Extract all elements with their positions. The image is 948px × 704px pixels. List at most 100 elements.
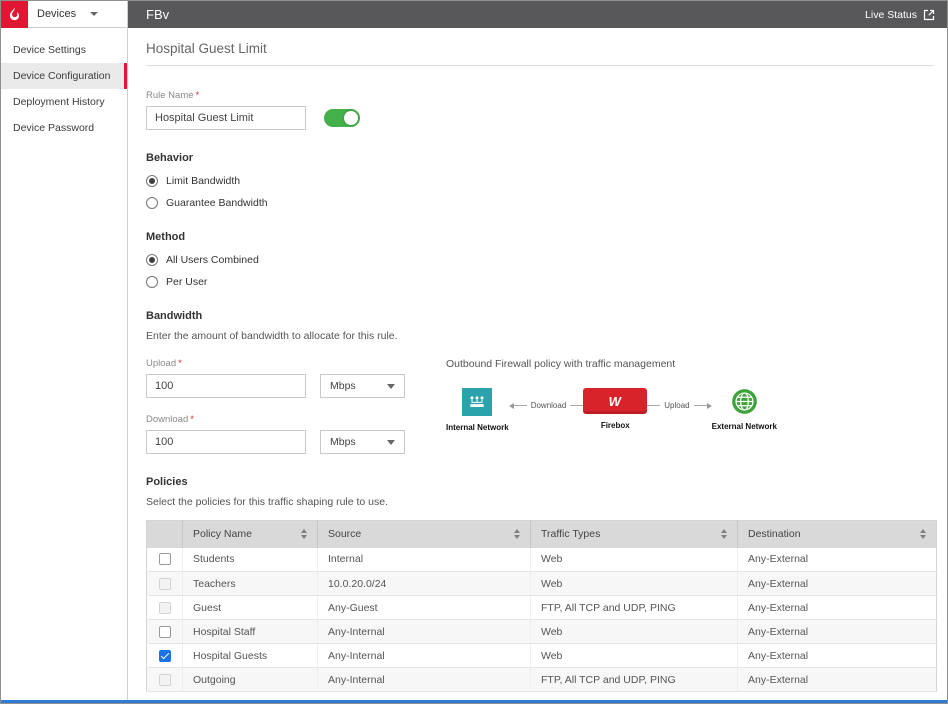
sidebar-item-device-password[interactable]: Device Password	[1, 115, 127, 141]
bandwidth-description: Enter the amount of bandwidth to allocat…	[146, 330, 934, 342]
required-asterisk: *	[178, 358, 182, 369]
method-option-combined[interactable]: All Users Combined	[146, 254, 934, 266]
table-row: Teachers 10.0.20.0/24 Web Any-External	[147, 572, 937, 596]
method-radio-per-user[interactable]	[146, 276, 158, 288]
required-asterisk: *	[196, 90, 200, 101]
devices-menu[interactable]: Devices	[1, 1, 127, 28]
method-option-combined-label: All Users Combined	[166, 254, 259, 266]
live-status-label: Live Status	[865, 9, 917, 21]
download-unit-value: Mbps	[330, 436, 356, 448]
traffic-diagram: Outbound Firewall policy with traffic ma…	[446, 358, 766, 432]
external-link-icon	[923, 9, 935, 21]
checkbox-cell	[147, 668, 183, 692]
destination-cell: Any-External	[738, 644, 937, 668]
table-header-row: Policy Name Source Traffic Types De	[147, 521, 937, 548]
watchguard-logo	[1, 1, 28, 28]
external-network-node: External Network	[712, 388, 777, 431]
traffic-types-cell: Web	[531, 548, 738, 572]
column-header-policy-name[interactable]: Policy Name	[183, 521, 318, 548]
policy-name-cell: Hospital Guests	[183, 644, 318, 668]
content: Hospital Guest Limit Rule Name* Behavior…	[128, 28, 947, 703]
policy-name-cell: Outgoing	[183, 668, 318, 692]
policy-name-cell: Hospital Staff	[183, 620, 318, 644]
sort-icon[interactable]	[514, 529, 520, 539]
chevron-down-icon	[387, 384, 395, 389]
method-option-per-user[interactable]: Per User	[146, 276, 934, 288]
column-header-source[interactable]: Source	[318, 521, 531, 548]
checkbox-cell	[147, 620, 183, 644]
toggle-knob	[344, 111, 358, 125]
select-all-header	[147, 521, 183, 548]
rule-name-label: Rule Name*	[146, 90, 934, 101]
firebox-device-icon: W	[583, 388, 647, 414]
row-checkbox[interactable]	[159, 626, 171, 638]
app-window: Devices Device Settings Device Configura…	[0, 0, 948, 704]
row-checkbox	[159, 674, 171, 686]
behavior-radio-guarantee[interactable]	[146, 197, 158, 209]
checkbox-cell	[147, 548, 183, 572]
checkbox-cell	[147, 572, 183, 596]
row-checkbox	[159, 602, 171, 614]
checkbox-cell	[147, 596, 183, 620]
behavior-option-limit[interactable]: Limit Bandwidth	[146, 175, 934, 187]
upload-input[interactable]	[146, 374, 306, 398]
window-bottom-accent	[1, 700, 947, 703]
page-title: Hospital Guest Limit	[146, 41, 934, 65]
source-cell: Any-Internal	[318, 620, 531, 644]
column-header-traffic-types[interactable]: Traffic Types	[531, 521, 738, 548]
row-checkbox	[159, 578, 171, 590]
sidebar-item-device-settings[interactable]: Device Settings	[1, 37, 127, 63]
behavior-option-guarantee[interactable]: Guarantee Bandwidth	[146, 197, 934, 209]
source-cell: Any-Internal	[318, 644, 531, 668]
download-unit-select[interactable]: Mbps	[320, 430, 405, 454]
device-title: FBv	[146, 7, 169, 22]
sort-icon[interactable]	[920, 529, 926, 539]
sidebar-item-device-configuration[interactable]: Device Configuration	[1, 63, 127, 89]
row-checkbox[interactable]	[159, 650, 171, 662]
sort-icon[interactable]	[301, 529, 307, 539]
policy-name-cell: Students	[183, 548, 318, 572]
table-row: Students Internal Web Any-External	[147, 548, 937, 572]
upload-unit-select[interactable]: Mbps	[320, 374, 405, 398]
traffic-types-cell: FTP, All TCP and UDP, PING	[531, 596, 738, 620]
internal-network-node: Internal Network	[446, 388, 509, 432]
diagram-title: Outbound Firewall policy with traffic ma…	[446, 358, 766, 370]
behavior-radio-limit[interactable]	[146, 175, 158, 187]
download-arrow-label: Download	[531, 401, 567, 410]
method-radio-combined[interactable]	[146, 254, 158, 266]
chevron-down-icon	[90, 12, 98, 16]
firebox-label: Firebox	[601, 421, 630, 430]
source-cell: Any-Guest	[318, 596, 531, 620]
policy-name-cell: Teachers	[183, 572, 318, 596]
flame-icon	[6, 6, 23, 23]
bandwidth-section: Upload* Mbps Download*	[146, 358, 934, 454]
destination-cell: Any-External	[738, 668, 937, 692]
traffic-types-cell: FTP, All TCP and UDP, PING	[531, 668, 738, 692]
source-cell: 10.0.20.0/24	[318, 572, 531, 596]
sidebar-nav: Device Settings Device Configuration Dep…	[1, 28, 127, 141]
sort-icon[interactable]	[721, 529, 727, 539]
download-input[interactable]	[146, 430, 306, 454]
upload-unit-value: Mbps	[330, 380, 356, 392]
column-header-destination[interactable]: Destination	[738, 521, 937, 548]
topbar: FBv Live Status	[128, 1, 947, 28]
method-heading: Method	[146, 231, 934, 243]
policy-name-cell: Guest	[183, 596, 318, 620]
sidebar-item-deployment-history[interactable]: Deployment History	[1, 89, 127, 115]
live-status-link[interactable]: Live Status	[865, 9, 935, 21]
traffic-types-cell: Web	[531, 572, 738, 596]
internal-network-icon	[462, 388, 492, 416]
upload-arrow: Upload	[647, 401, 711, 410]
external-network-label: External Network	[712, 422, 777, 431]
devices-menu-label: Devices	[37, 8, 76, 20]
traffic-types-cell: Web	[531, 644, 738, 668]
policies-description: Select the policies for this traffic sha…	[146, 496, 934, 508]
source-cell: Any-Internal	[318, 668, 531, 692]
rule-enabled-toggle[interactable]	[324, 109, 360, 127]
table-row: Outgoing Any-Internal FTP, All TCP and U…	[147, 668, 937, 692]
table-row: Hospital Guests Any-Internal Web Any-Ext…	[147, 644, 937, 668]
rule-name-input[interactable]	[146, 106, 306, 130]
row-checkbox[interactable]	[159, 553, 171, 565]
policies-heading: Policies	[146, 476, 934, 488]
destination-cell: Any-External	[738, 620, 937, 644]
